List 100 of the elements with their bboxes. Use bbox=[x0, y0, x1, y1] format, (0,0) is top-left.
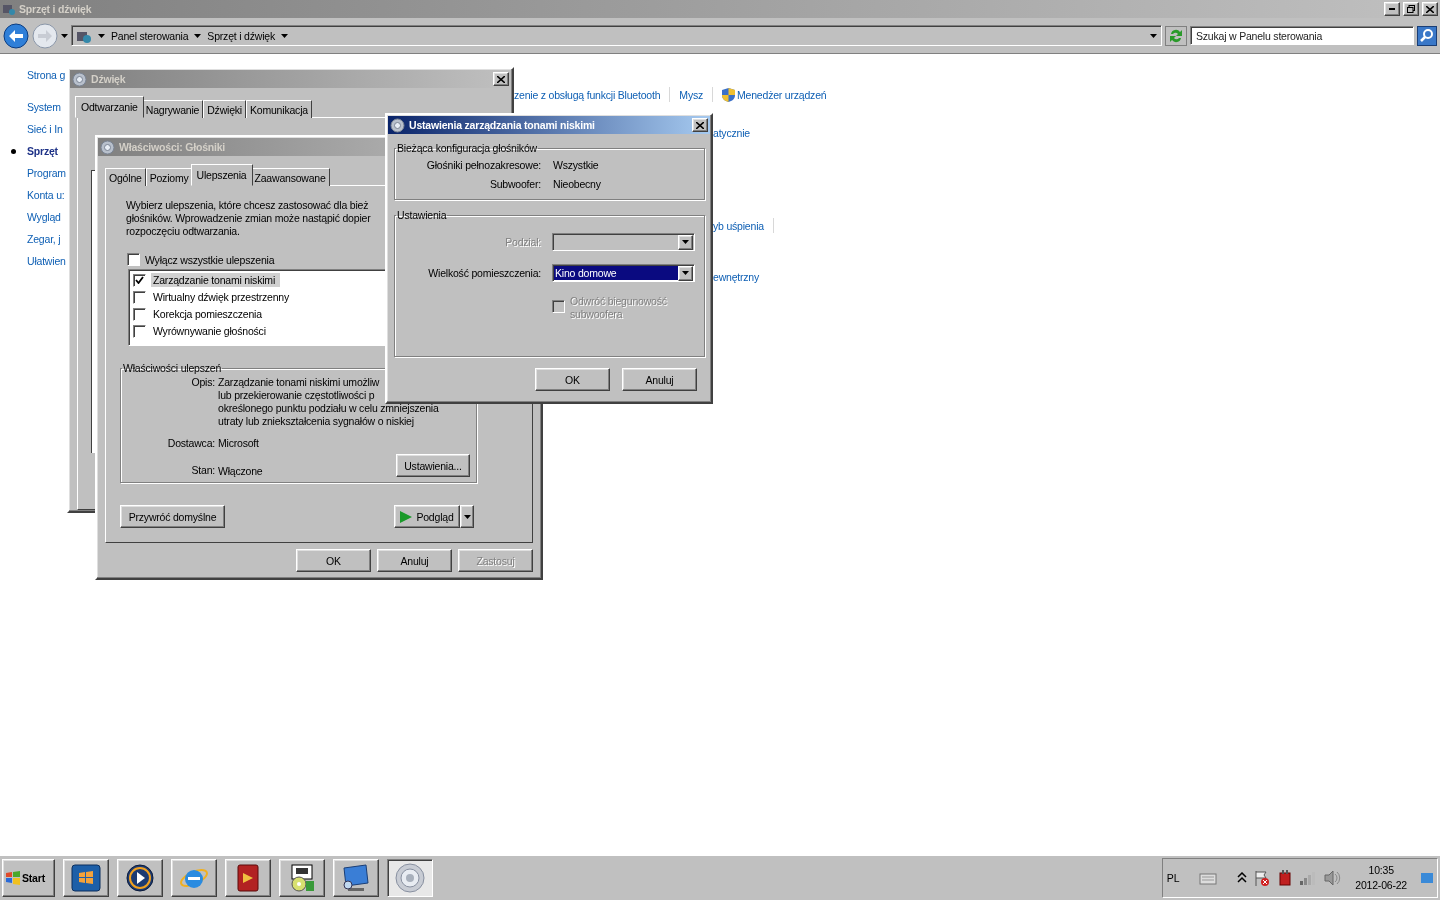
caret-icon[interactable] bbox=[98, 33, 105, 38]
nav-link[interactable]: Konta u: bbox=[27, 188, 65, 203]
list-item[interactable]: Zarządzanie tonami niskimi bbox=[151, 273, 280, 287]
link[interactable]: Mysz bbox=[679, 88, 704, 101]
field-label: Głośniki pełnozakresowe: bbox=[425, 159, 541, 171]
group-title: Ustawienia bbox=[396, 209, 448, 221]
window-title: Ustawienia zarządzania tonami niskimi bbox=[409, 119, 595, 131]
nav-link[interactable]: Sprzęt bbox=[27, 144, 58, 159]
breadcrumb[interactable]: Sprzęt i dźwięk bbox=[207, 29, 275, 42]
caret-icon[interactable] bbox=[194, 33, 202, 38]
flag-icon[interactable] bbox=[1253, 869, 1272, 887]
speaker-icon bbox=[72, 71, 87, 87]
minimize-button[interactable] bbox=[1384, 2, 1400, 16]
volume-icon[interactable] bbox=[1323, 870, 1342, 886]
taskbar-button[interactable] bbox=[387, 859, 433, 897]
field-value: Nieobecny bbox=[553, 178, 602, 190]
link[interactable]: atycznie bbox=[713, 127, 750, 139]
field-label: Subwoofer: bbox=[488, 178, 541, 190]
field-label: Wielkość pomieszczenia: bbox=[427, 267, 541, 279]
address-field[interactable]: Panel sterowania Sprzęt i dźwięk bbox=[71, 25, 1162, 46]
nav-link[interactable]: Program bbox=[27, 166, 66, 181]
start-button[interactable]: Start bbox=[2, 859, 55, 897]
restore-defaults-button[interactable]: Przywróć domyślne bbox=[120, 505, 225, 528]
close-icon bbox=[696, 121, 704, 129]
window-title: Właściwości: Głośniki bbox=[119, 141, 226, 153]
speaker-icon bbox=[390, 117, 405, 133]
window-title: Dźwięk bbox=[91, 73, 126, 85]
dialog-button[interactable]: Anuluj bbox=[622, 368, 697, 391]
speaker-icon bbox=[394, 862, 426, 894]
tab[interactable]: Komunikacja bbox=[246, 100, 312, 118]
tab[interactable]: Dźwięki bbox=[203, 100, 246, 118]
search-field[interactable]: Szukaj w Panelu sterowania bbox=[1190, 26, 1414, 45]
field-label: Opis: bbox=[190, 376, 215, 388]
nav-link[interactable]: Zegar, j bbox=[27, 232, 61, 247]
bullet-icon bbox=[11, 149, 16, 154]
group-title: Bieżąca konfiguracja głośników bbox=[396, 142, 538, 154]
tab[interactable]: Poziomy bbox=[145, 168, 193, 186]
instructions-text: Wybierz ulepszenia, które chcesz zastosować dla bież głośników. Wprowadzenie zmian może nastąpić dopier rozpoczęciu odtwarzania. bbox=[126, 199, 371, 238]
preview-button[interactable]: Podgląd bbox=[394, 505, 460, 528]
list-item[interactable]: Wyrównywanie głośności bbox=[151, 324, 271, 338]
list-item[interactable]: Wirtualny dźwięk przestrzenny bbox=[151, 290, 294, 304]
nav-link[interactable]: Wygląd bbox=[27, 210, 61, 225]
link[interactable]: Menedżer urządzeń bbox=[722, 87, 827, 102]
link[interactable]: yb uśpienia bbox=[713, 219, 764, 232]
monitor-icon bbox=[340, 864, 372, 892]
dialog-button[interactable]: OK bbox=[535, 368, 610, 391]
group-title: Właściwości ulepszeń bbox=[122, 362, 223, 374]
clock[interactable]: 10:35 2012-06-22 bbox=[1355, 863, 1407, 893]
settings-button[interactable]: Ustawienia... bbox=[396, 454, 470, 477]
nav-link[interactable]: Ułatwien bbox=[27, 254, 66, 269]
close-icon bbox=[497, 75, 505, 83]
speaker-icon bbox=[100, 139, 115, 155]
dropdown-caret-icon[interactable] bbox=[1150, 33, 1157, 38]
checkbox[interactable] bbox=[127, 253, 140, 266]
tab[interactable]: Ogólne bbox=[105, 168, 146, 186]
caret-icon[interactable] bbox=[280, 33, 288, 38]
restore-button[interactable] bbox=[1403, 2, 1419, 16]
caret-icon[interactable] bbox=[682, 271, 689, 275]
close-button[interactable] bbox=[1422, 2, 1438, 16]
search-button[interactable] bbox=[1417, 25, 1437, 46]
power-icon[interactable] bbox=[1277, 869, 1294, 887]
tab[interactable]: Nagrywanie bbox=[141, 100, 204, 118]
field-label: Dostawca: bbox=[166, 437, 215, 449]
field-value: Włączone bbox=[218, 464, 264, 477]
breadcrumb[interactable]: Panel sterowania bbox=[111, 29, 189, 42]
dialog-button[interactable]: OK bbox=[296, 549, 371, 572]
tab[interactable]: Ulepszenia bbox=[190, 164, 253, 186]
list-item[interactable]: Korekcja pomieszczenia bbox=[151, 307, 267, 321]
play-icon bbox=[400, 510, 413, 523]
minimize-icon bbox=[1389, 8, 1395, 10]
dialog-button[interactable]: Anuluj bbox=[377, 549, 452, 572]
tab[interactable]: Odtwarzanie bbox=[75, 96, 144, 118]
history-caret-icon[interactable] bbox=[61, 33, 68, 38]
media-player-icon bbox=[125, 863, 155, 893]
windows-logo-icon bbox=[71, 864, 101, 892]
tab[interactable]: Zaawansowane bbox=[250, 168, 330, 186]
field-label: Stan: bbox=[190, 464, 215, 476]
book-icon bbox=[235, 863, 261, 893]
field-value: Microsoft bbox=[218, 437, 260, 449]
close-button[interactable] bbox=[692, 118, 708, 132]
link[interactable]: ewnętrzny bbox=[713, 271, 760, 283]
checkbox-label: Wyłącz wszystkie ulepszenia bbox=[145, 253, 275, 266]
field-value: Wszystkie bbox=[553, 159, 600, 171]
window-title: Sprzęt i dźwięk bbox=[19, 3, 93, 15]
field-label: Podział: bbox=[504, 236, 541, 248]
preview-menu-button[interactable] bbox=[460, 505, 474, 528]
description-text: Zarządzanie tonami niskimi umożliw lub przekierowanie częstotliwości p określonego punktu podziału w celu zmniejszenia utraty lub zniekształcenia sygnałów o niskiej bbox=[218, 376, 440, 428]
restore-icon bbox=[1407, 5, 1415, 13]
close-icon bbox=[1426, 5, 1434, 13]
nav-link[interactable]: Sieć i In bbox=[27, 122, 63, 137]
language-indicator[interactable]: PL bbox=[1166, 872, 1180, 884]
room-size-dropdown[interactable]: Kino domowe bbox=[552, 264, 695, 282]
close-button[interactable] bbox=[493, 72, 509, 86]
hardware-icon bbox=[2, 2, 16, 16]
link[interactable]: zenie z obsługą funkcji Bluetooth bbox=[514, 88, 661, 101]
back-button[interactable] bbox=[3, 22, 29, 49]
checkbox-label: Odwróć biegunowość subwoofera bbox=[570, 295, 668, 321]
nav-link[interactable]: Strona g bbox=[27, 68, 66, 83]
show-hidden-icons-button[interactable] bbox=[1237, 872, 1248, 884]
nav-link[interactable]: System bbox=[27, 100, 61, 115]
